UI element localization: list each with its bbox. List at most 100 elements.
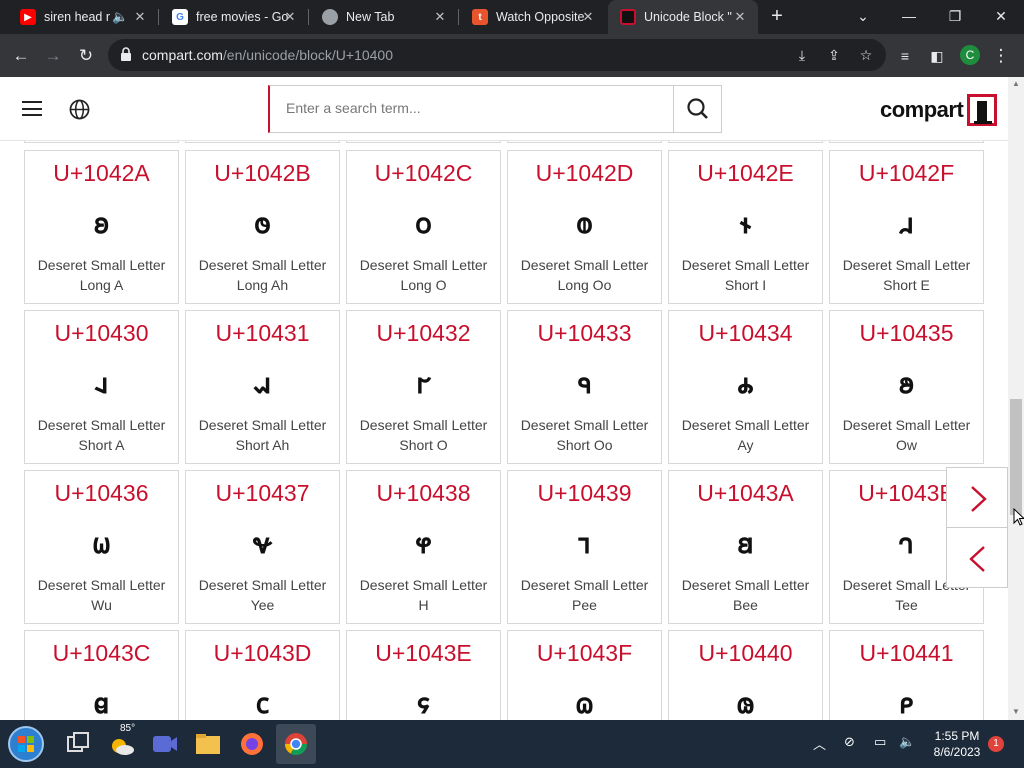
close-icon[interactable]: ✕	[432, 9, 448, 25]
character-card[interactable]: U+1043A 𐐺 Deseret Small Letter Bee	[668, 470, 823, 624]
character-card[interactable]: U+10432 𐐲 Deseret Small Letter Short O	[346, 310, 501, 464]
character-card[interactable]: U+10433 𐐳 Deseret Small Letter Short Oo	[507, 310, 662, 464]
profile-avatar[interactable]: C	[960, 45, 980, 65]
reload-button[interactable]: ↻	[73, 43, 99, 69]
new-tab-button[interactable]: +	[766, 5, 788, 27]
network-icon[interactable]: ⊘	[844, 734, 855, 750]
tab-google[interactable]: G free movies - Go ✕	[160, 0, 308, 34]
character-card[interactable]: U+10436 𐐶 Deseret Small Letter Wu	[24, 470, 179, 624]
code-point[interactable]: U+10440	[669, 640, 822, 667]
character-card[interactable]: U+1042E 𐐮 Deseret Small Letter Short I	[668, 150, 823, 304]
scroll-up-icon[interactable]: ▲	[1011, 79, 1021, 89]
code-point[interactable]: U+10430	[25, 320, 178, 347]
character-card[interactable]: U+1042D 𐐭 Deseret Small Letter Long Oo	[507, 150, 662, 304]
character-card[interactable]: U+10431 𐐱 Deseret Small Letter Short Ah	[185, 310, 340, 464]
display-icon[interactable]: ▭	[874, 734, 886, 750]
tab-watch-opposite[interactable]: t Watch Opposite ✕	[460, 0, 606, 34]
tab-unicode-block[interactable]: Unicode Block " ✕	[608, 0, 758, 34]
side-panel-icon[interactable]: ◧	[924, 43, 950, 69]
code-point[interactable]: U+10438	[347, 480, 500, 507]
code-point[interactable]: U+1042B	[186, 160, 339, 187]
tab-new-tab[interactable]: New Tab ✕	[310, 0, 458, 34]
close-icon[interactable]: ✕	[732, 9, 748, 25]
character-card[interactable]: U+1042C 𐐬 Deseret Small Letter Long O	[346, 150, 501, 304]
minimize-button[interactable]: —	[886, 0, 932, 34]
close-window-button[interactable]: ✕	[978, 0, 1024, 34]
close-icon[interactable]: ✕	[580, 9, 596, 25]
code-point[interactable]: U+1042A	[25, 160, 178, 187]
character-card[interactable]: U+10437 𐐷 Deseret Small Letter Yee	[185, 470, 340, 624]
clock[interactable]: 1:55 PM 8/6/2023	[926, 728, 988, 760]
code-point[interactable]: U+10433	[508, 320, 661, 347]
forward-button[interactable]: →	[40, 43, 66, 69]
character-card[interactable]: U+1042B 𐐫 Deseret Small Letter Long Ah	[185, 150, 340, 304]
scroll-down-icon[interactable]: ▼	[1011, 707, 1021, 717]
volume-icon[interactable]: 🔈	[112, 9, 128, 25]
code-point[interactable]: U+10431	[186, 320, 339, 347]
search-button[interactable]	[673, 86, 721, 132]
notification-badge[interactable]: 1	[988, 736, 1004, 752]
code-point[interactable]: U+1043A	[669, 480, 822, 507]
next-arrow-button[interactable]	[946, 467, 1008, 528]
character-card[interactable]: U+10438 𐐸 Deseret Small Letter H	[346, 470, 501, 624]
character-card[interactable]: U+10434 𐐴 Deseret Small Letter Ay	[668, 310, 823, 464]
scroll-thumb[interactable]	[1010, 399, 1022, 515]
character-card[interactable]: U+10440 𐑀	[668, 630, 823, 720]
close-icon[interactable]: ✕	[132, 9, 148, 25]
install-icon[interactable]: ⤓	[792, 45, 812, 65]
code-point[interactable]: U+10432	[347, 320, 500, 347]
meet-icon[interactable]	[144, 724, 184, 764]
character-glyph: 𐐰	[94, 367, 109, 400]
code-point[interactable]: U+10434	[669, 320, 822, 347]
code-point[interactable]: U+10436	[25, 480, 178, 507]
character-card[interactable]: U+1043F 𐐿	[507, 630, 662, 720]
code-point[interactable]: U+1042D	[508, 160, 661, 187]
back-button[interactable]: ←	[8, 43, 34, 69]
character-glyph: 𐑁	[899, 687, 914, 720]
character-name: Deseret Small Letter Long A	[37, 257, 166, 293]
share-icon[interactable]: ⇪	[824, 45, 844, 65]
tab-search-icon[interactable]: ⌄	[840, 0, 886, 34]
firefox-icon[interactable]	[232, 724, 272, 764]
character-card[interactable]: U+1043E 𐐾	[346, 630, 501, 720]
search-input[interactable]	[286, 100, 666, 116]
code-point[interactable]: U+1043E	[347, 640, 500, 667]
code-point[interactable]: U+1042E	[669, 160, 822, 187]
code-point[interactable]: U+1043C	[25, 640, 178, 667]
media-controls-icon[interactable]: ≡	[892, 43, 918, 69]
bookmark-star-icon[interactable]: ☆	[856, 45, 876, 65]
character-card[interactable]: U+1043C 𐐼	[24, 630, 179, 720]
code-point[interactable]: U+10437	[186, 480, 339, 507]
tab-youtube[interactable]: ▶ siren head r 🔈 ✕	[8, 0, 158, 34]
code-point[interactable]: U+10439	[508, 480, 661, 507]
menu-kebab-icon[interactable]: ⋮	[988, 43, 1014, 69]
code-point[interactable]: U+10435	[830, 320, 983, 347]
character-card[interactable]: U+1043D 𐐽	[185, 630, 340, 720]
character-card[interactable]: U+10441 𐑁	[829, 630, 984, 720]
code-point[interactable]: U+10441	[830, 640, 983, 667]
character-card[interactable]: U+10430 𐐰 Deseret Small Letter Short A	[24, 310, 179, 464]
hamburger-menu-icon[interactable]	[22, 101, 42, 116]
file-explorer-icon[interactable]	[188, 724, 228, 764]
previous-arrow-button[interactable]	[946, 527, 1008, 588]
code-point[interactable]: U+1042F	[830, 160, 983, 187]
code-point[interactable]: U+1043F	[508, 640, 661, 667]
restore-button[interactable]: ❐	[932, 0, 978, 34]
volume-icon[interactable]: 🔈	[899, 734, 915, 750]
chrome-taskbar-icon[interactable]	[276, 724, 316, 764]
code-point[interactable]: U+1043D	[186, 640, 339, 667]
close-icon[interactable]: ✕	[282, 9, 298, 25]
character-card[interactable]: U+1042F 𐐯 Deseret Small Letter Short E	[829, 150, 984, 304]
page-scrollbar[interactable]: ▲ ▼	[1008, 77, 1024, 720]
globe-icon[interactable]	[69, 99, 90, 120]
task-view-icon[interactable]	[58, 724, 98, 764]
start-button-icon[interactable]	[4, 722, 48, 766]
address-bar[interactable]: compart.com/en/unicode/block/U+10400 ⤓ ⇪…	[108, 39, 886, 71]
show-hidden-icons-icon[interactable]: ︿	[813, 734, 826, 753]
code-point[interactable]: U+1042C	[347, 160, 500, 187]
character-name: Deseret Small Letter Short Oo	[520, 417, 649, 453]
character-card[interactable]: U+1042A 𐐪 Deseret Small Letter Long A	[24, 150, 179, 304]
character-card[interactable]: U+10439 𐐹 Deseret Small Letter Pee	[507, 470, 662, 624]
compart-logo[interactable]: compart	[880, 94, 998, 126]
character-card[interactable]: U+10435 𐐵 Deseret Small Letter Ow	[829, 310, 984, 464]
